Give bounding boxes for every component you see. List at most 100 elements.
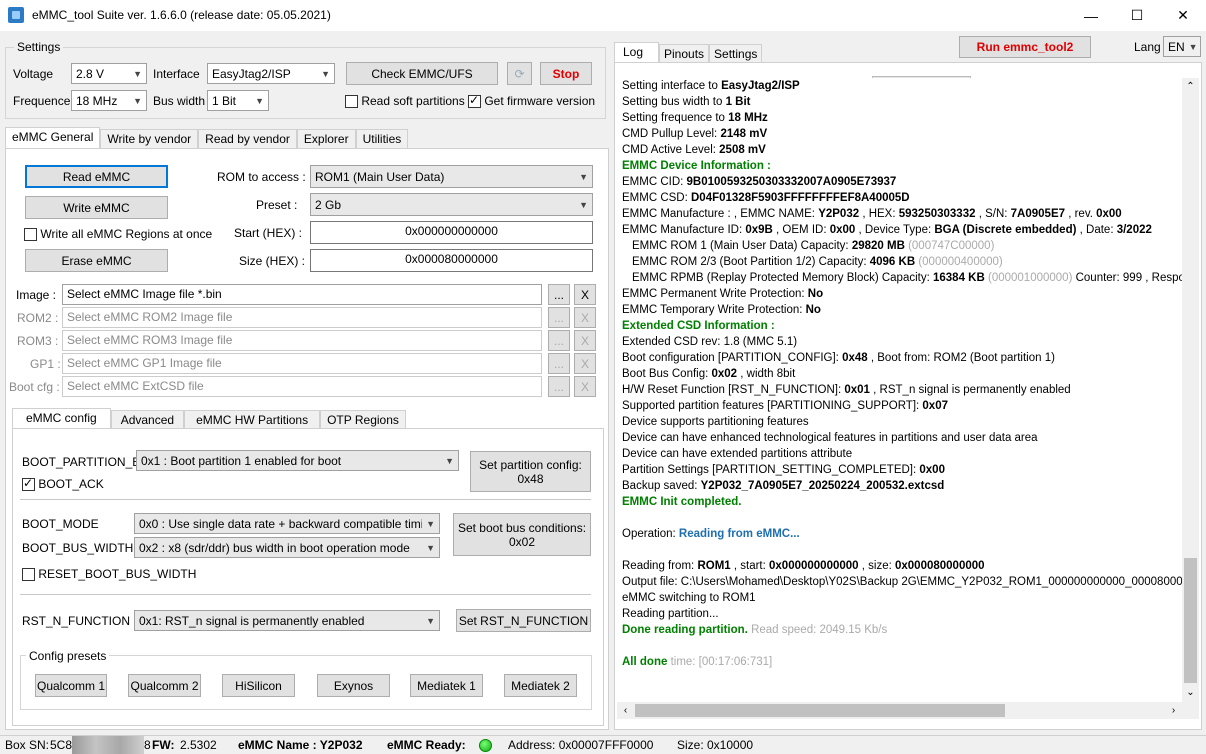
get-fw-checkbox[interactable] (468, 93, 481, 109)
lang-label: Lang (1134, 40, 1161, 54)
maximize-button[interactable]: ☐ (1114, 0, 1160, 31)
rom-select[interactable]: ROM1 (Main User Data) ▼ (310, 165, 593, 188)
rom2-browse-button[interactable]: ... (548, 307, 570, 328)
tab-read-by-vendor[interactable]: Read by vendor (198, 129, 297, 148)
boot-ack-label: BOOT_ACK (38, 477, 104, 491)
rom3-file-input[interactable]: Select eMMC ROM3 Image file (62, 330, 542, 351)
write-all-regions[interactable]: Write all eMMC Regions at once (24, 227, 212, 242)
rom3-clear-button[interactable]: X (574, 330, 596, 351)
tab-write-by-vendor[interactable]: Write by vendor (100, 129, 199, 148)
reset-boot-bus-width[interactable]: RESET_BOOT_BUS_WIDTH (22, 567, 197, 582)
boot-bus-width-select[interactable]: 0x2 : x8 (sdr/ddr) bus width in boot ope… (134, 537, 440, 558)
frequence-select[interactable]: 18 MHz ▼ (71, 90, 147, 111)
image-clear-button[interactable]: X (574, 284, 596, 305)
gp1-file-input[interactable]: Select eMMC GP1 Image file (62, 353, 542, 374)
tab-pinouts[interactable]: Pinouts (659, 44, 710, 63)
get-firmware-version[interactable]: Get firmware version (468, 93, 595, 109)
set-rst-n-function-button[interactable]: Set RST_N_FUNCTION (456, 609, 591, 632)
refresh-icon[interactable]: ⟳ (507, 62, 532, 85)
image-browse-button[interactable]: ... (548, 284, 570, 305)
run-emmc-tool2-label: Run emmc_tool2 (976, 40, 1074, 54)
log-vertical-scrollbar[interactable]: ⌃ ⌄ (1182, 78, 1199, 702)
scroll-down-icon[interactable]: ⌄ (1182, 684, 1199, 701)
voltage-select[interactable]: 2.8 V ▼ (71, 63, 147, 84)
tab-utilities[interactable]: Utilities (355, 129, 409, 148)
rom2-file-input[interactable]: Select eMMC ROM2 Image file (62, 307, 542, 328)
set-boot-bus-button[interactable]: Set boot bus conditions: 0x02 (453, 513, 591, 556)
log-horizontal-scrollbar[interactable]: ‹ › (617, 702, 1199, 719)
stop-button[interactable]: Stop (540, 62, 592, 85)
tab-log[interactable]: Log (614, 42, 659, 63)
log-line: EMMC ROM 1 (Main User Data) Capacity: 29… (632, 240, 995, 252)
box-sn-tail: 8 (144, 738, 151, 752)
gp1-browse-button[interactable]: ... (548, 353, 570, 374)
erase-emmc-button[interactable]: Erase eMMC (25, 249, 168, 272)
interface-select[interactable]: EasyJtag2/ISP ▼ (207, 63, 335, 84)
tab-advanced[interactable]: Advanced (110, 410, 185, 429)
set-partition-config-button[interactable]: Set partition config: 0x48 (470, 451, 591, 492)
preset-mediatek-1-button[interactable]: Mediatek 1 (410, 674, 483, 697)
boot-ack[interactable]: BOOT_ACK (22, 476, 104, 492)
tab-emmc-config[interactable]: eMMC config (12, 408, 111, 429)
write-emmc-button[interactable]: Write eMMC (25, 196, 168, 219)
scroll-up-icon[interactable]: ⌃ (1182, 78, 1199, 95)
rst-n-function-value: 0x1: RST_n signal is permanently enabled (139, 613, 365, 628)
start-label: Start (HEX) : (234, 226, 303, 240)
reset-boot-bus-label: RESET_BOOT_BUS_WIDTH (38, 567, 197, 581)
check-emmc-button[interactable]: Check EMMC/UFS (346, 62, 498, 85)
log-line: EMMC Temporary Write Protection: No (622, 304, 821, 316)
bootcfg-clear-button[interactable]: X (574, 376, 596, 397)
close-button[interactable]: ✕ (1160, 0, 1206, 31)
chevron-down-icon: ▼ (255, 95, 264, 106)
log-line: EMMC CID: 9B0100593250303332007A0905E739… (622, 176, 897, 188)
bootcfg-file-input[interactable]: Select eMMC ExtCSD file (62, 376, 542, 397)
tab-emmc-hw-partitions[interactable]: eMMC HW Partitions (184, 410, 321, 429)
preset-mediatek-2-button[interactable]: Mediatek 2 (504, 674, 577, 697)
read-emmc-button[interactable]: Read eMMC (25, 165, 168, 188)
rom3-file-label: ROM3 : (17, 334, 59, 348)
gp1-clear-button[interactable]: X (574, 353, 596, 374)
tab-emmc-general[interactable]: eMMC General (5, 127, 101, 148)
tab-settings[interactable]: Settings (709, 44, 763, 63)
preset-hisilicon-button[interactable]: HiSilicon (222, 674, 295, 697)
buswidth-label: Bus width (153, 94, 206, 108)
lang-select[interactable]: EN ▼ (1163, 36, 1201, 57)
size-label: Size (HEX) : (239, 254, 306, 268)
emmc-name: eMMC Name : Y2P032 (238, 738, 363, 752)
write-all-checkbox[interactable] (24, 228, 37, 242)
reset-boot-bus-checkbox[interactable] (22, 568, 35, 582)
size-input[interactable]: 0x000080000000 (310, 249, 593, 272)
vertical-scroll-thumb[interactable] (1184, 558, 1197, 683)
scroll-right-icon[interactable]: › (1165, 702, 1182, 719)
start-input[interactable]: 0x000000000000 (310, 221, 593, 244)
read-soft-checkbox[interactable] (345, 95, 358, 109)
preset-qualcomm-1-button[interactable]: Qualcomm 1 (35, 674, 107, 697)
run-emmc-tool2-button[interactable]: Run emmc_tool2 (959, 36, 1091, 58)
boot-partition-select[interactable]: 0x1 : Boot partition 1 enabled for boot ▼ (136, 450, 459, 471)
log-line: CMD Active Level: 2508 mV (622, 144, 766, 156)
read-soft-label: Read soft partitions (361, 94, 465, 108)
log-line: Boot configuration [PARTITION_CONFIG]: 0… (622, 352, 1055, 364)
log-line: EMMC ROM 2/3 (Boot Partition 1/2) Capaci… (632, 256, 1003, 268)
preset-value: 2 Gb (315, 197, 342, 212)
read-soft-partitions[interactable]: Read soft partitions (345, 94, 465, 109)
bootcfg-browse-button[interactable]: ... (548, 376, 570, 397)
scroll-left-icon[interactable]: ‹ (617, 702, 634, 719)
rst-n-function-select[interactable]: 0x1: RST_n signal is permanently enabled… (134, 610, 440, 631)
boot-ack-checkbox[interactable] (22, 476, 35, 492)
rom3-browse-button[interactable]: ... (548, 330, 570, 351)
tab-otp-regions[interactable]: OTP Regions (320, 410, 406, 429)
gp1-file-label: GP1 : (30, 357, 61, 371)
image-file-input[interactable]: Select eMMC Image file *.bin (62, 284, 542, 305)
rom2-clear-button[interactable]: X (574, 307, 596, 328)
preset-select[interactable]: 2 Gb ▼ (310, 193, 593, 216)
boot-mode-select[interactable]: 0x0 : Use single data rate + backward co… (134, 513, 440, 534)
tab-explorer[interactable]: Explorer (296, 129, 356, 148)
buswidth-select[interactable]: 1 Bit ▼ (207, 90, 269, 111)
horizontal-scroll-thumb[interactable] (635, 704, 1005, 717)
log-line: Boot Bus Config: 0x02 , width 8bit (622, 368, 796, 380)
preset-qualcomm-2-button[interactable]: Qualcomm 2 (128, 674, 201, 697)
minimize-button[interactable]: — (1068, 0, 1114, 31)
preset-exynos-button[interactable]: Exynos (317, 674, 390, 697)
